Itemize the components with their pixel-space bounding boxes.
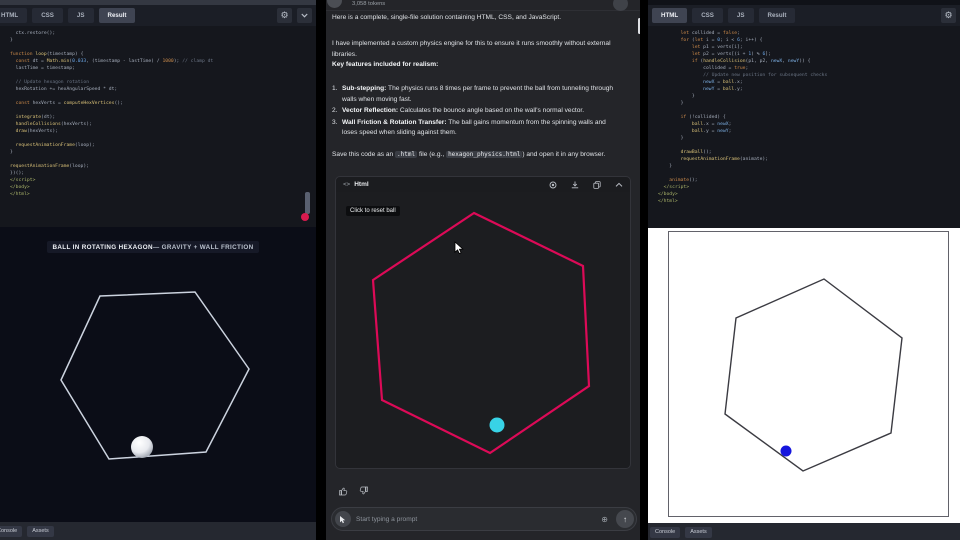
chat-scrollbar-thumb[interactable]: [638, 18, 641, 34]
tab-js[interactable]: JS: [68, 8, 94, 23]
preview-hexagon-scene: [336, 192, 630, 468]
code-block-header: <> Html: [336, 177, 630, 193]
right-hexagon-scene: [648, 228, 960, 523]
download-icon[interactable]: [571, 181, 579, 189]
tab-css[interactable]: CSS: [32, 8, 63, 23]
right-ball: [781, 446, 792, 457]
assets-button[interactable]: Assets: [685, 527, 712, 538]
mouse-cursor: [454, 241, 466, 255]
chat-paragraph: Here is a complete, single-file solution…: [332, 13, 614, 24]
thumbs-up-icon[interactable]: [338, 486, 348, 496]
avatar: [327, 0, 342, 8]
scroll-marker-dot: [301, 213, 309, 221]
feature-item: 1.Sub-stepping: The physics runs 8 times…: [332, 84, 614, 105]
left-hexagon: [61, 292, 249, 459]
chevron-down-icon[interactable]: [297, 8, 312, 23]
tab-css[interactable]: CSS: [692, 8, 723, 23]
prompt-placeholder[interactable]: Start typing a prompt: [356, 516, 601, 523]
left-hexagon-scene: [0, 227, 316, 522]
left-scrollbar-thumb[interactable]: [305, 192, 310, 214]
run-preview-icon[interactable]: [549, 181, 557, 189]
collapse-chevron-icon[interactable]: [615, 182, 623, 188]
tab-html[interactable]: HTML: [0, 8, 27, 23]
tab-result[interactable]: Result: [99, 8, 136, 23]
left-result-canvas[interactable]: BALL IN ROTATING HEXAGON — GRAVITY + WAL…: [0, 227, 316, 522]
chat-header: 3,058 tokens: [326, 0, 640, 11]
preview-ball: [490, 418, 505, 433]
feedback-row: [338, 486, 369, 496]
right-bottom-bar: Console Assets: [648, 523, 960, 540]
chat-paragraph: Save this code as an .html file (e.g., h…: [332, 150, 614, 161]
preview-hexagon: [373, 213, 589, 453]
thumbs-down-icon[interactable]: [359, 486, 369, 496]
assets-button[interactable]: Assets: [27, 526, 54, 537]
feature-list: 1.Sub-stepping: The physics runs 8 times…: [332, 84, 614, 140]
feature-item: 3.Wall Friction & Rotation Transfer: The…: [332, 118, 614, 139]
right-hexagon: [725, 279, 902, 471]
code-icon: <>: [343, 181, 350, 188]
chat-paragraph: Key features included for realism:: [332, 60, 614, 71]
settings-gear-icon[interactable]: ⚙: [941, 8, 956, 23]
copy-icon[interactable]: [593, 181, 601, 189]
tab-result[interactable]: Result: [759, 8, 796, 23]
console-button[interactable]: Console: [0, 526, 22, 537]
left-code-editor[interactable]: ctx.restore();}function loop(timestamp) …: [0, 26, 316, 227]
reset-ball-chip[interactable]: Click to reset ball: [346, 206, 400, 216]
code-block-card: <> Html Click to reset ball: [335, 176, 631, 469]
prompt-mode-icon[interactable]: [335, 511, 351, 527]
right-code-editor[interactable]: let collided = false; for (let i = 0; i …: [648, 26, 960, 228]
html-preview-canvas[interactable]: Click to reset ball: [336, 192, 630, 468]
scroll-top-button[interactable]: [613, 0, 628, 11]
left-tabbar: HTML CSS JS Result ⚙: [0, 5, 316, 26]
chat-paragraph: I have implemented a custom physics engi…: [332, 39, 614, 60]
tab-html[interactable]: HTML: [652, 8, 687, 23]
chat-panel: 3,058 tokens Here is a complete, single-…: [326, 0, 640, 540]
settings-gear-icon[interactable]: ⚙: [277, 8, 292, 23]
console-button[interactable]: Console: [650, 527, 680, 538]
send-button[interactable]: ↑: [616, 510, 634, 528]
right-result-area[interactable]: [648, 228, 960, 523]
left-code-sandbox: HTML CSS JS Result ⚙ ctx.restore();}functio…: [0, 0, 316, 540]
tab-js[interactable]: JS: [728, 8, 754, 23]
left-bottom-bar: Console Assets: [0, 522, 316, 540]
right-tabbar: HTML CSS JS Result ⚙: [648, 5, 960, 26]
feature-item: 2.Vector Reflection: Calculates the boun…: [332, 106, 614, 117]
prompt-input-bar[interactable]: Start typing a prompt ⊕ ↑: [331, 507, 637, 531]
right-code-sandbox: HTML CSS JS Result ⚙ let collided = false; …: [648, 0, 960, 540]
token-count: 3,058 tokens: [352, 1, 385, 7]
screenshot-root: HTML CSS JS Result ⚙ ctx.restore();}functio…: [0, 0, 960, 540]
left-ball: [131, 436, 153, 458]
attach-plus-icon[interactable]: ⊕: [601, 515, 608, 524]
code-language-label: Html: [354, 181, 368, 188]
